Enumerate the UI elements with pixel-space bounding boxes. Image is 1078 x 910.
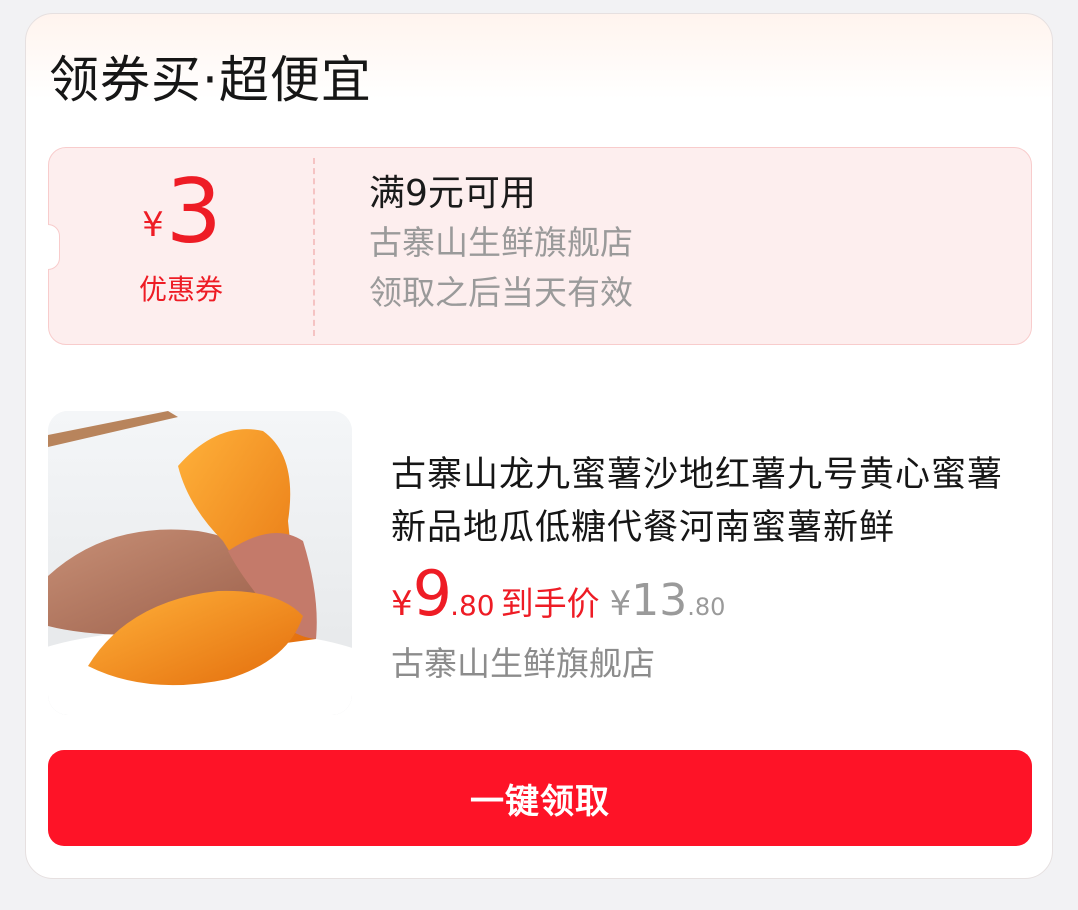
product-name[interactable]: 古寨山龙九蜜薯沙地红薯九号黄心蜜薯新品地瓜低糖代餐河南蜜薯新鲜 xyxy=(391,449,1031,555)
product-shop-name[interactable]: 古寨山生鲜旗舰店 xyxy=(391,641,1031,687)
coupon-shop: 古寨山生鲜旗舰店 xyxy=(369,223,633,262)
price-row: ¥9.80 到手价 ¥13.80 xyxy=(391,563,1031,625)
coupon-ticket[interactable]: ¥3 优惠券 满9元可用 古寨山生鲜旗舰店 领取之后当天有效 xyxy=(48,147,1032,345)
sweet-potato-photo-icon xyxy=(48,411,352,715)
final-price-label: 到手价 xyxy=(500,584,600,623)
coupon-kind-label: 优惠券 xyxy=(138,273,223,306)
final-price-integer: 9 xyxy=(412,557,452,630)
coupon-divider xyxy=(313,158,315,336)
final-price-currency: ¥ xyxy=(391,584,413,624)
section-title: 领券买·超便宜 xyxy=(49,51,372,109)
product-image[interactable] xyxy=(48,411,352,715)
coupon-amount-block: ¥3 优惠券 xyxy=(49,148,313,344)
original-price-integer: 13 xyxy=(631,575,688,626)
coupon-details: 满9元可用 古寨山生鲜旗舰店 领取之后当天有效 xyxy=(369,170,633,318)
coupon-amount: ¥3 xyxy=(49,168,313,256)
coupon-deal-card: 领券买·超便宜 ¥3 优惠券 满9元可用 古寨山生鲜旗舰店 领取之后当天有效 古… xyxy=(25,13,1053,879)
coupon-validity: 领取之后当天有效 xyxy=(369,273,633,312)
original-price-decimal: .80 xyxy=(687,593,726,621)
product-info: 古寨山龙九蜜薯沙地红薯九号黄心蜜薯新品地瓜低糖代餐河南蜜薯新鲜 ¥9.80 到手价… xyxy=(391,449,1031,687)
original-price-currency: ¥ xyxy=(609,584,632,624)
coupon-condition: 满9元可用 xyxy=(369,173,536,214)
claim-all-button[interactable]: 一键领取 xyxy=(48,750,1032,846)
coupon-currency: ¥ xyxy=(142,205,164,245)
coupon-amount-value: 3 xyxy=(165,160,222,263)
final-price-decimal: .80 xyxy=(450,589,495,622)
